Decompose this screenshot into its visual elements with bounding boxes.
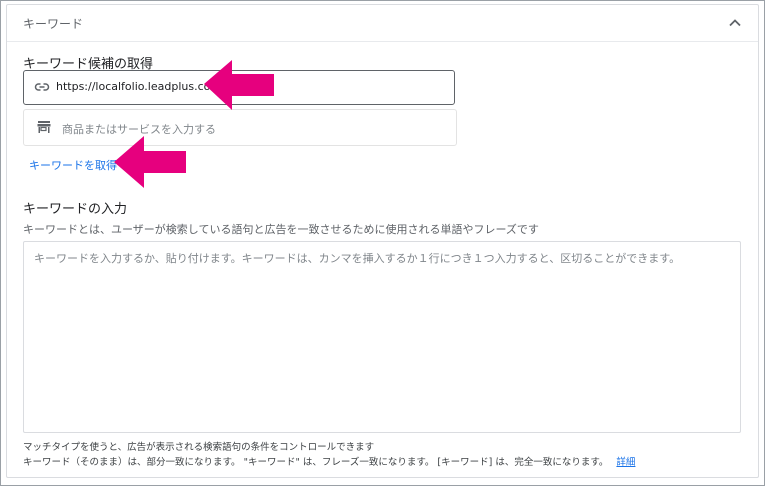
keyword-description: キーワードとは、ユーザーが検索している語句と広告を一致させるために使用される単語… (23, 223, 539, 236)
panel-title: キーワード (23, 17, 84, 31)
chevron-up-icon[interactable] (726, 14, 744, 32)
match-type-rules: キーワード（そのまま）は、部分一致になります。 "キーワード" は、フレーズ一致… (23, 454, 635, 468)
match-type-rules-text: キーワード（そのまま）は、部分一致になります。 "キーワード" は、フレーズ一致… (23, 457, 609, 468)
link-icon (34, 83, 50, 91)
keyword-textarea-placeholder: キーワードを入力するか、貼り付けます。キーワードは、カンマを挿入するか１行につき… (34, 252, 681, 265)
annotation-arrow-icon (114, 136, 186, 188)
get-keywords-button[interactable]: キーワードを取得 (29, 157, 117, 173)
keyword-panel: キーワード キーワード候補の取得 https://localfolio.lead… (6, 4, 759, 478)
match-type-note: マッチタイプを使うと、広告が表示される検索語句の条件をコントロールできます (23, 442, 375, 453)
keyword-input-title: キーワードの入力 (23, 202, 128, 217)
annotation-arrow-icon (204, 60, 274, 110)
panel-header[interactable]: キーワード (7, 5, 758, 42)
keyword-textarea[interactable]: キーワードを入力するか、貼り付けます。キーワードは、カンマを挿入するか１行につき… (23, 241, 741, 433)
details-link[interactable]: 詳細 (616, 457, 635, 468)
store-icon (37, 121, 51, 133)
